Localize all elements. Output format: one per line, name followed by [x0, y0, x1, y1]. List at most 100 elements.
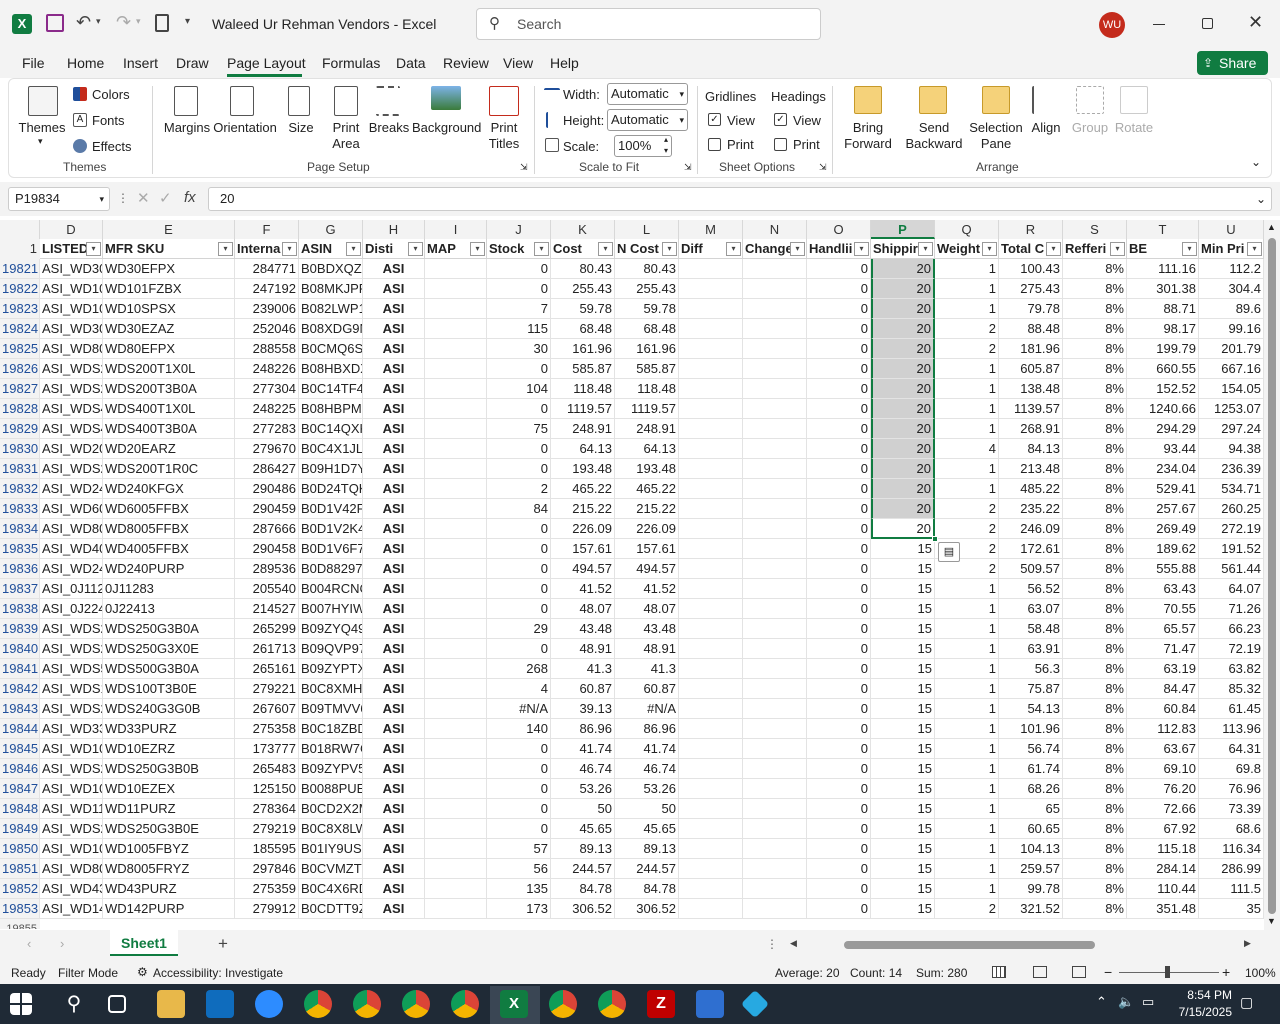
cell[interactable]: ASI_WD60	[40, 499, 103, 519]
cell[interactable]: WD10EZRZ	[103, 739, 235, 759]
cell[interactable]: ASI	[363, 599, 425, 619]
cell[interactable]: ASI	[363, 579, 425, 599]
cell[interactable]	[743, 259, 807, 279]
breaks-button[interactable]: Breaks	[368, 120, 410, 136]
cell[interactable]: 20	[871, 339, 935, 359]
cell[interactable]: ASI	[363, 419, 425, 439]
cell[interactable]: 0	[807, 519, 871, 539]
cell[interactable]: 48.91	[551, 639, 615, 659]
cell[interactable]: 140	[487, 719, 551, 739]
cell[interactable]: 8%	[1063, 339, 1127, 359]
cell[interactable]: B0C14QXK	[299, 419, 363, 439]
column-header-k[interactable]: K	[551, 220, 615, 239]
cell[interactable]: 0	[487, 279, 551, 299]
cell[interactable]: 201.79	[1199, 339, 1264, 359]
cell[interactable]	[679, 439, 743, 459]
cell[interactable]: 0	[807, 759, 871, 779]
cell[interactable]: 73.39	[1199, 799, 1264, 819]
cell[interactable]: 0	[807, 739, 871, 759]
cell[interactable]: 8%	[1063, 719, 1127, 739]
cell[interactable]: 61.74	[999, 759, 1063, 779]
cell[interactable]: 8%	[1063, 859, 1127, 879]
scroll-left-icon[interactable]: ◀	[790, 938, 797, 949]
cell[interactable]	[679, 619, 743, 639]
cell[interactable]: 0	[807, 299, 871, 319]
cell[interactable]: 1	[935, 799, 999, 819]
chrome-icon[interactable]	[304, 990, 332, 1018]
cell[interactable]: B0C4X6RD	[299, 879, 363, 899]
cell[interactable]: 585.87	[615, 359, 679, 379]
cell[interactable]: 1	[935, 579, 999, 599]
select-all-corner[interactable]	[0, 220, 40, 239]
headings-print-checkbox[interactable]	[774, 138, 787, 151]
cell[interactable]: 265299	[235, 619, 299, 639]
cell[interactable]: 246.09	[999, 519, 1063, 539]
cell[interactable]	[679, 459, 743, 479]
cell[interactable]: 20	[871, 359, 935, 379]
zoom-app-icon[interactable]	[255, 990, 283, 1018]
zoom-out-icon[interactable]: −	[1104, 964, 1112, 980]
cell[interactable]	[679, 259, 743, 279]
cell[interactable]: 173	[487, 899, 551, 919]
cell[interactable]: 45.65	[615, 819, 679, 839]
cell[interactable]: 125150	[235, 779, 299, 799]
cell[interactable]: 0	[487, 599, 551, 619]
cell[interactable]: ASI_0J112	[40, 579, 103, 599]
cell[interactable]: 20	[871, 419, 935, 439]
cell[interactable]: 112.2	[1199, 259, 1264, 279]
cell[interactable]: B082LWP1	[299, 299, 363, 319]
cell[interactable]: 0	[807, 699, 871, 719]
sheet-tab-sheet1[interactable]: Sheet1	[110, 930, 178, 956]
cell[interactable]: 71.26	[1199, 599, 1264, 619]
cell[interactable]: 2	[935, 899, 999, 919]
cell[interactable]: 226.09	[551, 519, 615, 539]
cell[interactable]: 2	[935, 519, 999, 539]
windows-start-icon[interactable]	[10, 993, 32, 1015]
width-select[interactable]: Automatic ▾	[607, 83, 688, 105]
scroll-down-icon[interactable]: ▼	[1267, 916, 1276, 926]
cell[interactable]	[679, 539, 743, 559]
cell[interactable]	[743, 859, 807, 879]
cell[interactable]: B0D88297	[299, 559, 363, 579]
cell[interactable]: 257.67	[1127, 499, 1199, 519]
cell[interactable]: 15	[871, 839, 935, 859]
cell[interactable]: 69.10	[1127, 759, 1199, 779]
cell[interactable]: 0	[807, 259, 871, 279]
cell[interactable]: ASI	[363, 439, 425, 459]
cell[interactable]: ASI	[363, 399, 425, 419]
cell[interactable]	[679, 739, 743, 759]
task-view-icon[interactable]	[108, 995, 126, 1013]
row-number[interactable]: 19840	[0, 639, 40, 659]
cell[interactable]: 181.96	[999, 339, 1063, 359]
cell[interactable]: 0	[487, 439, 551, 459]
cell[interactable]: 88.48	[999, 319, 1063, 339]
cell[interactable]: B018RW7C	[299, 739, 363, 759]
cell[interactable]: 113.96	[1199, 719, 1264, 739]
cell[interactable]: 64.07	[1199, 579, 1264, 599]
cell[interactable]: ASI	[363, 339, 425, 359]
cell[interactable]: 54.13	[999, 699, 1063, 719]
cell[interactable]: 41.3	[551, 659, 615, 679]
cell[interactable]: 494.57	[615, 559, 679, 579]
cell[interactable]: 0	[487, 539, 551, 559]
row-number[interactable]: 19827	[0, 379, 40, 399]
cell[interactable]: 1	[935, 619, 999, 639]
align-button[interactable]: Align	[1026, 120, 1066, 136]
cell[interactable]: 84.47	[1127, 679, 1199, 699]
cell[interactable]: 1139.57	[999, 399, 1063, 419]
margins-button[interactable]: Margins	[163, 120, 211, 136]
cell[interactable]: 252046	[235, 319, 299, 339]
cell[interactable]: 1240.66	[1127, 399, 1199, 419]
cell[interactable]: 85.32	[1199, 679, 1264, 699]
row-number[interactable]: 19841	[0, 659, 40, 679]
excel-taskbar-icon[interactable]: X	[500, 990, 528, 1018]
header-row-number[interactable]: 1	[0, 239, 40, 259]
cell[interactable]: 235.22	[999, 499, 1063, 519]
cell[interactable]: 15	[871, 639, 935, 659]
cell[interactable]: 534.71	[1199, 479, 1264, 499]
cell[interactable]: 15	[871, 699, 935, 719]
cell[interactable]: B09ZYQ49	[299, 619, 363, 639]
cell[interactable]: 2	[487, 479, 551, 499]
cell[interactable]: 72.19	[1199, 639, 1264, 659]
cell[interactable]: 284771	[235, 259, 299, 279]
